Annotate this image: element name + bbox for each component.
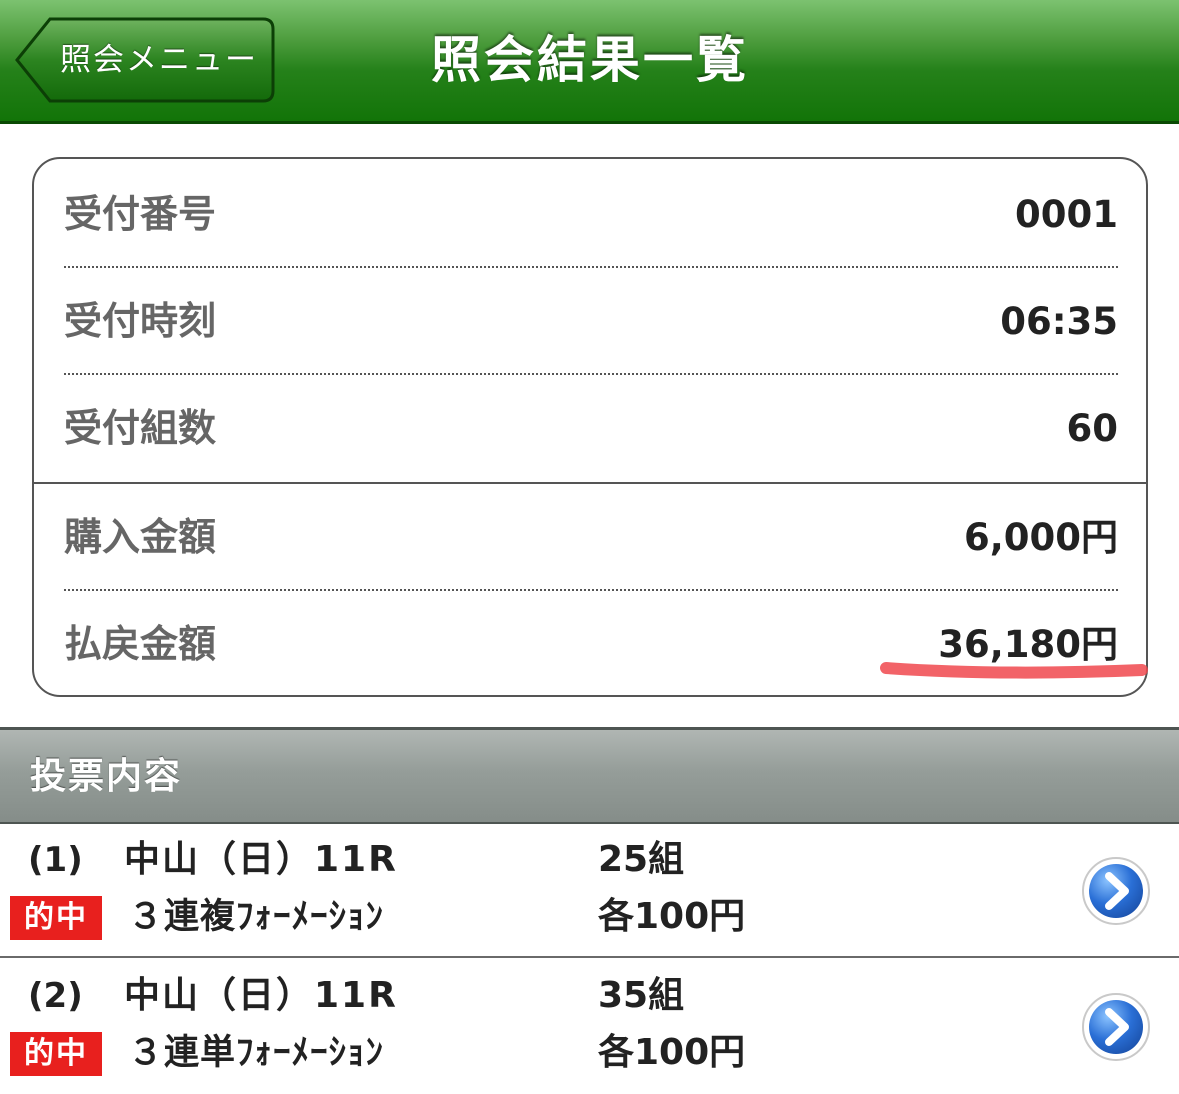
receipt-info-panel: 受付番号 0001 受付時刻 06:35 受付組数 60 購入金額 6,000円… xyxy=(32,157,1148,697)
bet-race: 中山（日）11R xyxy=(124,839,398,880)
purchase-amount-row: 購入金額 6,000円 xyxy=(64,484,1118,591)
chevron-right-icon[interactable] xyxy=(1081,992,1151,1062)
chevron-right-icon[interactable] xyxy=(1081,856,1151,926)
bet-unit-amount: 各100円 xyxy=(598,1032,746,1073)
payout-highlight-underline xyxy=(880,662,1148,679)
receipt-time-row: 受付時刻 06:35 xyxy=(64,268,1118,375)
back-button-label: 照会メニュー xyxy=(60,42,258,78)
bet-type: ３連複ﾌｫｰﾒｰｼｮﾝ xyxy=(128,897,385,937)
receipt-time-label: 受付時刻 xyxy=(64,299,217,343)
bet-number: (1) xyxy=(28,840,83,880)
payout-amount-label: 払戻金額 xyxy=(64,622,217,666)
navigation-bar: 照会メニュー 照会結果一覧 xyxy=(0,0,1179,124)
receipt-sets-row: 受付組数 60 xyxy=(64,375,1118,482)
section-header: 投票内容 xyxy=(0,727,1179,824)
bet-sets: 35組 xyxy=(598,975,685,1016)
bet-unit-amount: 各100円 xyxy=(598,896,746,937)
bet-race: 中山（日）11R xyxy=(124,975,398,1016)
bet-sets: 25組 xyxy=(598,839,685,880)
bet-type: ３連単ﾌｫｰﾒｰｼｮﾝ xyxy=(128,1033,385,1073)
hit-badge: 的中 xyxy=(10,896,102,940)
bet-item[interactable]: (1) 中山（日）11R 25組 的中 ３連複ﾌｫｰﾒｰｼｮﾝ 各100円 xyxy=(0,824,1179,958)
receipt-number-label: 受付番号 xyxy=(64,192,217,236)
receipt-sets-value: 60 xyxy=(1066,407,1119,450)
receipt-time-value: 06:35 xyxy=(1000,300,1118,343)
receipt-sets-label: 受付組数 xyxy=(64,406,217,450)
receipt-number-row: 受付番号 0001 xyxy=(64,161,1118,268)
back-button[interactable]: 照会メニュー xyxy=(14,16,276,104)
section-title: 投票内容 xyxy=(30,756,183,797)
page-title: 照会結果一覧 xyxy=(431,31,749,89)
hit-badge: 的中 xyxy=(10,1032,102,1076)
purchase-amount-value: 6,000円 xyxy=(963,516,1118,559)
bet-item[interactable]: (2) 中山（日）11R 35組 的中 ３連単ﾌｫｰﾒｰｼｮﾝ 各100円 xyxy=(0,960,1179,1094)
bet-number: (2) xyxy=(28,976,83,1016)
purchase-amount-label: 購入金額 xyxy=(64,515,217,559)
receipt-number-value: 0001 xyxy=(1015,193,1118,236)
